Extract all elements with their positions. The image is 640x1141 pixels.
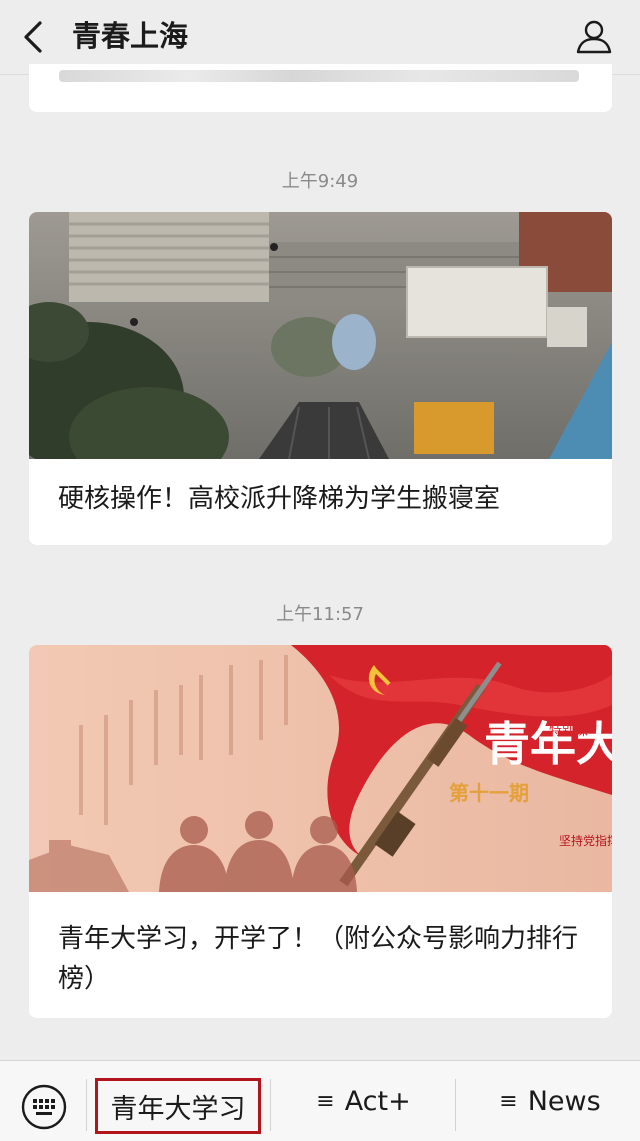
menu-item-act-plus[interactable]: ≡ Act+ — [275, 1061, 452, 1141]
article-title: 青年大学习，开学了！（附公众号影响力排行榜） — [58, 924, 579, 994]
menu-item-label: 青年大学习 — [110, 1093, 246, 1125]
poster-episode: 第十一期 — [449, 781, 529, 805]
menu-item-youth-study[interactable]: 青年大学习 — [95, 1078, 261, 1134]
article-card[interactable]: 硬核操作！高校派升降梯为学生搬寝室 — [29, 212, 612, 545]
article-card[interactable]: 青年大学习 第十一期 特别课 坚持党指挥枪 青年大学习，开学了！（附公众号影响力… — [29, 645, 612, 1018]
page-title: 青春上海 — [72, 19, 189, 53]
poster-slogan: 坚持党指挥枪 — [559, 833, 612, 848]
keyboard-toggle-button[interactable] — [21, 1084, 67, 1130]
menu-lines-icon: ≡ — [316, 1088, 335, 1114]
person-icon — [576, 20, 612, 54]
article-cover-image — [29, 212, 612, 459]
bottom-menu-bar: 青年大学习 ≡ Act+ ≡ News — [0, 1060, 640, 1141]
menu-item-news[interactable]: ≡ News — [460, 1061, 640, 1141]
keyboard-icon — [21, 1084, 67, 1130]
message-timestamp: 上午9:49 — [281, 171, 359, 192]
menu-divider — [270, 1079, 271, 1131]
back-button[interactable] — [14, 17, 54, 57]
article-title: 硬核操作！高校派升降梯为学生搬寝室 — [58, 484, 501, 514]
chevron-left-icon — [24, 21, 42, 53]
poster-tag: 特别课 — [549, 724, 588, 739]
message-timestamp: 上午11:57 — [276, 604, 364, 625]
article-cover-image: 青年大学习 第十一期 特别课 坚持党指挥枪 — [29, 645, 612, 892]
menu-item-label: News — [527, 1085, 601, 1117]
poster-headline: 青年大学习 — [484, 717, 612, 771]
menu-divider — [455, 1079, 456, 1131]
cropped-title-text — [59, 70, 579, 82]
menu-item-label: Act+ — [344, 1085, 411, 1117]
previous-article-card[interactable] — [29, 64, 612, 112]
menu-lines-icon: ≡ — [499, 1088, 518, 1114]
profile-button[interactable] — [574, 16, 614, 56]
menu-divider — [86, 1079, 87, 1131]
